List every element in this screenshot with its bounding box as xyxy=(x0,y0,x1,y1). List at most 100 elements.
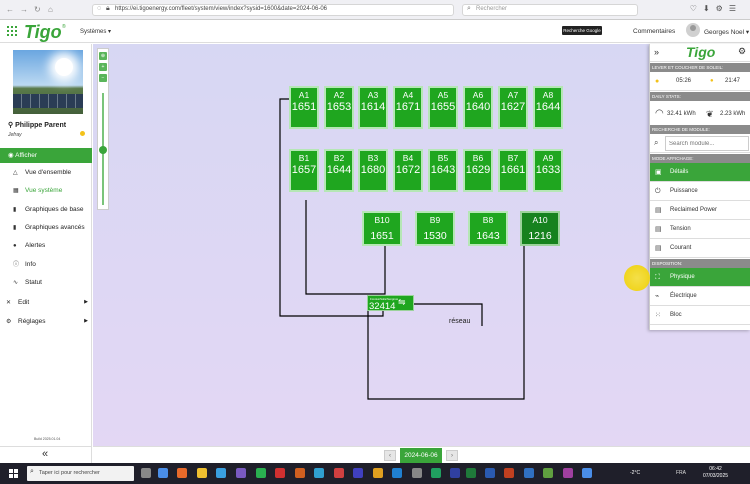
app-icon[interactable] xyxy=(334,468,344,478)
module-b3[interactable]: B3 1680 xyxy=(358,149,388,192)
avatar[interactable] xyxy=(686,23,700,37)
word-icon[interactable] xyxy=(485,468,495,478)
module-id: B10 xyxy=(374,215,390,225)
layout-electrical[interactable]: ⌁ Électrique xyxy=(650,287,750,306)
comments-link[interactable]: Commentaires xyxy=(633,28,675,35)
search-icon: ⌕ xyxy=(30,468,34,475)
app-icon[interactable] xyxy=(256,468,266,478)
browser-extension-icons[interactable]: ♡⬇⚙☰ xyxy=(690,4,742,13)
powerpoint-icon[interactable] xyxy=(504,468,514,478)
module-a10[interactable]: A10 1216 xyxy=(520,211,560,246)
expand-panel-icon[interactable]: » xyxy=(654,47,659,57)
next-day-button[interactable]: › xyxy=(446,450,458,461)
apps-grid-icon[interactable] xyxy=(7,26,17,36)
registered-mark-icon: ® xyxy=(62,24,66,30)
tools-icon: ✕ xyxy=(6,300,12,306)
sidebar-item-label: Vue d'ensemble xyxy=(25,169,72,176)
module-a7[interactable]: A7 1627 xyxy=(498,86,528,129)
file-explorer-icon[interactable] xyxy=(197,468,207,478)
sidebar-item-system-view[interactable]: ▦ Vue système xyxy=(0,183,92,198)
module-b9[interactable]: B9 1530 xyxy=(415,211,455,246)
module-value: 1530 xyxy=(423,230,447,242)
layout-block[interactable]: ⁙ Bloc xyxy=(650,306,750,325)
previous-day-button[interactable]: ‹ xyxy=(384,450,396,461)
teams-icon[interactable] xyxy=(353,468,363,478)
module-b8[interactable]: B8 1643 xyxy=(468,211,508,246)
user-menu[interactable]: Georges Noel ▾ xyxy=(704,28,749,36)
app-icon[interactable] xyxy=(563,468,573,478)
google-search-button[interactable]: Recherche Google xyxy=(562,26,602,35)
module-a2[interactable]: A2 1653 xyxy=(324,86,354,129)
mode-details[interactable]: ▣ Détails xyxy=(650,163,750,182)
taskbar-search[interactable]: ⌕ Taper ici pour rechercher xyxy=(27,466,134,481)
sidebar-item-label: Statut xyxy=(25,279,42,286)
mode-voltage[interactable]: ▤ Tension xyxy=(650,220,750,239)
app-icon[interactable] xyxy=(543,468,553,478)
module-a1[interactable]: A1 1651 xyxy=(289,86,319,129)
sidebar-item-basic-charts[interactable]: ▮ Graphiques de base xyxy=(0,202,92,217)
app-icon[interactable] xyxy=(236,468,246,478)
module-a3[interactable]: A3 1614 xyxy=(358,86,388,129)
mode-current[interactable]: ▤ Courant xyxy=(650,239,750,258)
app-icon[interactable] xyxy=(524,468,534,478)
sidebar-item-info[interactable]: ⓘ Info xyxy=(0,257,92,272)
module-a9[interactable]: A9 1633 xyxy=(533,149,563,192)
alert-icon: ● xyxy=(13,243,17,249)
url-bar[interactable]: ◌ 🔒︎ https://ei.tigoenergy.com/fleet/sys… xyxy=(92,4,454,16)
mode-reclaimed-power[interactable]: ▤ Reclaimed Power xyxy=(650,201,750,220)
app-icon[interactable] xyxy=(431,468,441,478)
app-icon[interactable] xyxy=(216,468,226,478)
browser-search-input[interactable]: ⌕ Rechercher xyxy=(462,4,638,16)
mode-power[interactable]: ⏻ Puissance xyxy=(650,182,750,201)
module-b4[interactable]: B4 1672 xyxy=(393,149,423,192)
app-icon[interactable] xyxy=(412,468,422,478)
forward-icon[interactable]: → xyxy=(20,5,28,14)
sidebar-item-settings[interactable]: ⚙ Réglages ▶ xyxy=(0,314,92,329)
module-a5[interactable]: A5 1655 xyxy=(428,86,458,129)
sidebar-item-edit[interactable]: ✕ Edit ▶ xyxy=(0,295,92,310)
system-tray-language[interactable]: FRA xyxy=(676,470,686,476)
back-icon[interactable]: ← xyxy=(6,5,14,14)
excel-icon[interactable] xyxy=(466,468,476,478)
taskbar-search-placeholder: Taper ici pour rechercher xyxy=(39,470,100,476)
sidebar-item-advanced-charts[interactable]: ▮ Graphiques avancés xyxy=(0,220,92,235)
app-icon[interactable] xyxy=(450,468,460,478)
app-icon[interactable] xyxy=(582,468,592,478)
module-a6[interactable]: A6 1640 xyxy=(463,86,493,129)
firefox-icon[interactable] xyxy=(177,468,187,478)
clock[interactable]: 06:42 07/03/2025 xyxy=(703,466,728,480)
module-a8[interactable]: A8 1644 xyxy=(533,86,563,129)
app-icon[interactable] xyxy=(295,468,305,478)
module-b5[interactable]: B5 1643 xyxy=(428,149,458,192)
module-b10[interactable]: B10 1651 xyxy=(362,211,402,246)
outlook-icon[interactable] xyxy=(392,468,402,478)
module-a4[interactable]: A4 1671 xyxy=(393,86,423,129)
reload-icon[interactable]: ↻ xyxy=(34,5,41,14)
home-icon[interactable]: ⌂ xyxy=(48,5,53,14)
build-version: Build 2025.01.04 xyxy=(34,437,61,441)
edge-icon[interactable] xyxy=(158,468,168,478)
current-date[interactable]: 2024-06-06 xyxy=(400,448,442,463)
weather-widget[interactable]: -2°C xyxy=(630,470,640,476)
systems-dropdown[interactable]: Systèmes ▾ xyxy=(80,28,111,35)
sidebar-item-alerts[interactable]: ● Alertes xyxy=(0,238,92,253)
layout-physical[interactable]: ⛶ Physique xyxy=(650,268,750,287)
inverter[interactable]: Fronius/Solis/Sungrow 32414 ⇋ xyxy=(367,295,414,312)
menu-section-afficher[interactable]: ◉ Afficher xyxy=(0,148,92,163)
module-b1[interactable]: B1 1657 xyxy=(289,149,319,192)
sunset-time: 21:47 xyxy=(725,78,741,84)
app-icon[interactable] xyxy=(314,468,324,478)
pdf-icon[interactable] xyxy=(275,468,285,478)
windows-start-icon[interactable] xyxy=(9,469,18,478)
collapse-sidebar-icon[interactable]: « xyxy=(42,448,48,460)
sidebar-item-status[interactable]: ∿ Statut xyxy=(0,275,92,290)
module-b6[interactable]: B6 1629 xyxy=(463,149,493,192)
gear-icon[interactable]: ⚙ xyxy=(738,46,746,57)
module-b7[interactable]: B7 1661 xyxy=(498,149,528,192)
sidebar-item-overview[interactable]: △ Vue d'ensemble xyxy=(0,165,92,180)
module-search-input[interactable] xyxy=(665,136,749,151)
task-view-icon[interactable] xyxy=(141,468,151,478)
app-icon[interactable] xyxy=(373,468,383,478)
module-b2[interactable]: B2 1644 xyxy=(324,149,354,192)
daily-energy: 32.41 kWh xyxy=(667,111,696,117)
